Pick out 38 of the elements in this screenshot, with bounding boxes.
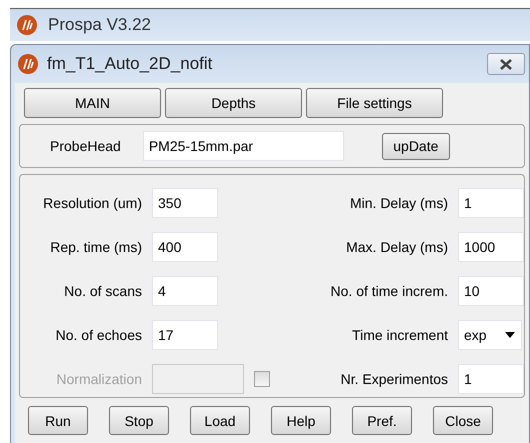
input-field[interactable]: 10	[458, 276, 524, 306]
update-button[interactable]: upDate	[382, 132, 450, 160]
field-label: Normalization	[55, 371, 142, 387]
input-field[interactable]: 4	[152, 276, 218, 306]
tab-button[interactable]: Depths	[165, 88, 302, 118]
field-label: No. of echoes	[54, 327, 142, 343]
action-button[interactable]: Close	[433, 406, 493, 435]
app-logo-icon	[16, 14, 38, 36]
input-field[interactable]: 1000	[458, 232, 524, 262]
app-title: Prospa V3.22	[48, 15, 152, 35]
input-field[interactable]: 400	[152, 232, 218, 262]
field-label: Max. Delay (ms)	[345, 239, 448, 255]
field-label: No. of scans	[63, 283, 142, 299]
input-field[interactable]: 1	[458, 364, 524, 394]
close-icon	[499, 58, 513, 70]
field-label: Resolution (um)	[42, 195, 142, 211]
tab-button[interactable]: MAIN	[24, 88, 161, 118]
action-button[interactable]: Load	[190, 406, 250, 435]
action-button[interactable]: Help	[271, 406, 331, 435]
field-label: Time increment	[351, 327, 448, 343]
field-label: Min. Delay (ms)	[348, 195, 448, 211]
input-field[interactable]: PM25-15mm.par	[142, 131, 344, 161]
input-field[interactable]: 350	[152, 188, 218, 218]
field-label: Rep. time (ms)	[49, 239, 142, 255]
action-button[interactable]: Stop	[109, 406, 169, 435]
dropdown-arrow-icon	[505, 332, 515, 338]
input-field[interactable]: 1	[458, 188, 524, 218]
input-field[interactable]: 17	[152, 320, 218, 350]
field-label: Nr. Experimentos	[340, 371, 448, 387]
field-label: ProbeHead	[50, 138, 121, 154]
field-label: No. of time increm.	[330, 283, 448, 299]
action-button[interactable]: Run	[28, 406, 88, 435]
app-logo-icon	[17, 53, 39, 75]
close-button[interactable]	[487, 53, 525, 75]
dropdown[interactable]: exp	[458, 320, 522, 350]
tab-button[interactable]: File settings	[306, 88, 443, 118]
window-title: fm_T1_Auto_2D_nofit	[47, 54, 214, 74]
action-button[interactable]: Pref.	[352, 406, 412, 435]
